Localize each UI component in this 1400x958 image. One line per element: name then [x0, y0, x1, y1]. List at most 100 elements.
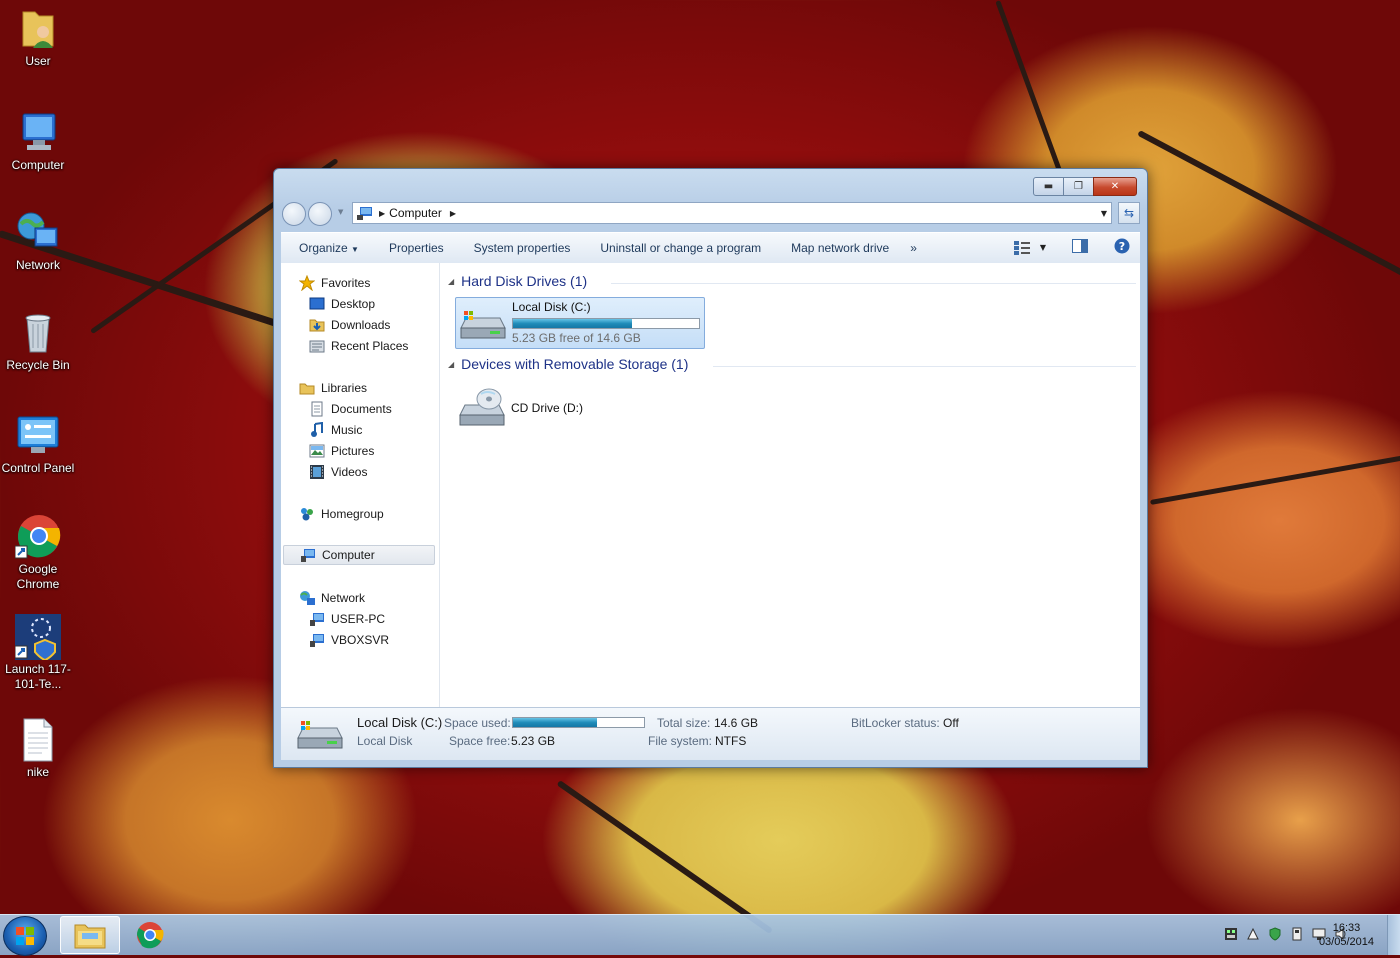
preview-pane-button[interactable] — [1072, 239, 1088, 256]
uninstall-program-button[interactable]: Uninstall or change a program — [585, 241, 776, 255]
nav-network[interactable]: Network — [299, 588, 365, 608]
desktop-icon-label: Google Chrome — [16, 562, 60, 591]
nav-homegroup[interactable]: Homegroup — [299, 504, 384, 524]
start-button[interactable] — [3, 916, 47, 956]
more-commands-button[interactable]: » — [904, 241, 932, 255]
computer-icon — [309, 632, 325, 648]
organize-button[interactable]: Organize ▼ — [281, 241, 374, 255]
security-shield-icon[interactable] — [1268, 927, 1282, 941]
properties-button[interactable]: Properties — [374, 241, 459, 255]
nav-vboxsvr[interactable]: VBOXSVR — [309, 630, 389, 650]
nav-label: USER-PC — [331, 612, 386, 626]
drive-name: Local Disk (C:) — [512, 300, 591, 314]
total-size-value: 14.6 GB — [714, 716, 759, 730]
refresh-icon: ⇆ — [1123, 206, 1135, 220]
file-system-value: NTFS — [715, 734, 747, 748]
map-network-drive-button[interactable]: Map network drive — [776, 241, 904, 255]
keyboard-icon[interactable] — [1224, 927, 1238, 941]
nav-libraries[interactable]: Libraries — [299, 378, 367, 398]
clock[interactable]: 16:33 03/05/2014 — [1319, 921, 1374, 949]
explorer-window[interactable]: ▬ ❐ ✕ ▼ ▶ Computer ▶ ▼ ⇆ Organize ▼ Prop… — [273, 168, 1148, 768]
details-usage-bar — [512, 717, 645, 728]
desktop-icon-google-chrome[interactable]: Google Chrome — [0, 514, 76, 592]
taskbar-explorer-button[interactable] — [60, 916, 120, 954]
network-icon — [15, 210, 61, 256]
forward-button[interactable] — [308, 202, 332, 226]
wallpaper-branch — [1150, 454, 1400, 505]
nav-documents[interactable]: Documents — [309, 399, 392, 419]
bitlocker-label: BitLocker status: — [851, 716, 940, 730]
nav-recent-places[interactable]: Recent Places — [309, 336, 408, 356]
desktop-icon-recycle-bin[interactable]: Recycle Bin — [0, 310, 76, 373]
computer-icon — [309, 611, 325, 627]
drive-cd-d[interactable]: CD Drive (D:) — [455, 383, 703, 433]
desktop-icon-user[interactable]: User — [0, 6, 76, 69]
desktop-icon — [309, 296, 325, 312]
chrome-icon — [14, 514, 61, 560]
system-properties-button[interactable]: System properties — [459, 241, 586, 255]
nav-label: VBOXSVR — [331, 633, 390, 647]
drive-usage-bar — [512, 318, 700, 329]
wallpaper-branch — [1137, 130, 1400, 291]
address-bar[interactable]: ▶ Computer ▶ ▼ — [352, 202, 1112, 224]
help-button[interactable]: ? — [1114, 238, 1130, 257]
nav-label: Network — [321, 591, 366, 605]
minimize-button[interactable]: ▬ — [1033, 177, 1064, 196]
maximize-button[interactable]: ❐ — [1064, 177, 1093, 196]
nav-downloads[interactable]: Downloads — [309, 315, 390, 335]
nav-computer[interactable]: Computer — [283, 545, 435, 565]
desktop-icon-label: Control Panel — [1, 461, 75, 475]
taskbar-chrome-button[interactable] — [122, 916, 180, 952]
back-button[interactable] — [282, 202, 306, 226]
recent-pages-chevron-icon[interactable]: ▼ — [338, 208, 343, 216]
nav-label: Computer — [322, 548, 375, 562]
nav-pictures[interactable]: Pictures — [309, 441, 374, 461]
show-desktop-button[interactable] — [1387, 915, 1400, 955]
action-center-icon[interactable] — [1246, 927, 1260, 941]
group-header-removable-storage[interactable]: ◢ Devices with Removable Storage (1) — [448, 356, 688, 372]
desktop-icon-control-panel[interactable]: Control Panel — [0, 413, 76, 476]
desktop-icon-computer[interactable]: Computer — [0, 110, 76, 173]
file-system-label: File system: — [648, 734, 713, 748]
collapse-triangle-icon: ◢ — [448, 276, 455, 286]
breadcrumb-chevron-icon[interactable]: ▶ — [379, 209, 385, 218]
refresh-button[interactable]: ⇆ — [1118, 202, 1140, 224]
nav-favorites[interactable]: Favorites — [298, 273, 370, 293]
address-dropdown-icon[interactable]: ▼ — [1101, 209, 1107, 218]
change-view-button[interactable]: ▼ — [1013, 240, 1046, 255]
nav-label: Desktop — [331, 297, 376, 311]
details-drive-name: Local Disk (C:) — [357, 715, 443, 730]
nav-label: Documents — [331, 402, 392, 416]
documents-icon — [309, 401, 325, 417]
close-button[interactable]: ✕ — [1093, 177, 1137, 196]
desktop-icon-network[interactable]: Network — [0, 210, 76, 273]
drive-local-disk-c[interactable]: Local Disk (C:) 5.23 GB free of 14.6 GB — [455, 297, 705, 349]
recent-places-icon — [309, 338, 325, 354]
drive-name: CD Drive (D:) — [511, 401, 583, 415]
recycle-bin-icon — [15, 310, 61, 356]
computer-icon — [300, 547, 316, 563]
desktop-icon-nike[interactable]: nike — [0, 717, 76, 780]
chevron-down-icon: ▼ — [1039, 243, 1046, 252]
restore-icon: ❐ — [1074, 181, 1083, 192]
nav-label: Downloads — [331, 318, 391, 332]
organize-label: Organize — [299, 241, 348, 255]
nav-music[interactable]: Music — [309, 420, 362, 440]
breadcrumb-chevron-icon[interactable]: ▶ — [450, 209, 456, 218]
control-panel-icon — [15, 413, 61, 459]
launch-shortcut-icon — [14, 614, 61, 662]
nav-user-pc[interactable]: USER-PC — [309, 609, 385, 629]
group-divider — [611, 283, 1136, 284]
nav-videos[interactable]: Videos — [309, 462, 367, 482]
nav-desktop[interactable]: Desktop — [309, 294, 375, 314]
desktop-icon-launch[interactable]: Launch 117-101-Te... — [0, 614, 76, 692]
space-free-label: Space free: — [449, 734, 511, 748]
command-bar: Organize ▼ Properties System properties … — [281, 232, 1140, 264]
desktop-icon-label: Network — [15, 258, 60, 272]
usb-device-icon[interactable] — [1290, 927, 1304, 941]
group-header-hard-disk-drives[interactable]: ◢ Hard Disk Drives (1) — [448, 273, 587, 289]
navigation-bar: ▼ ▶ Computer ▶ ▼ ⇆ — [282, 200, 1140, 226]
breadcrumb-computer[interactable]: Computer — [389, 206, 442, 220]
group-title: Devices with Removable Storage (1) — [461, 356, 689, 372]
pictures-icon — [309, 443, 325, 459]
